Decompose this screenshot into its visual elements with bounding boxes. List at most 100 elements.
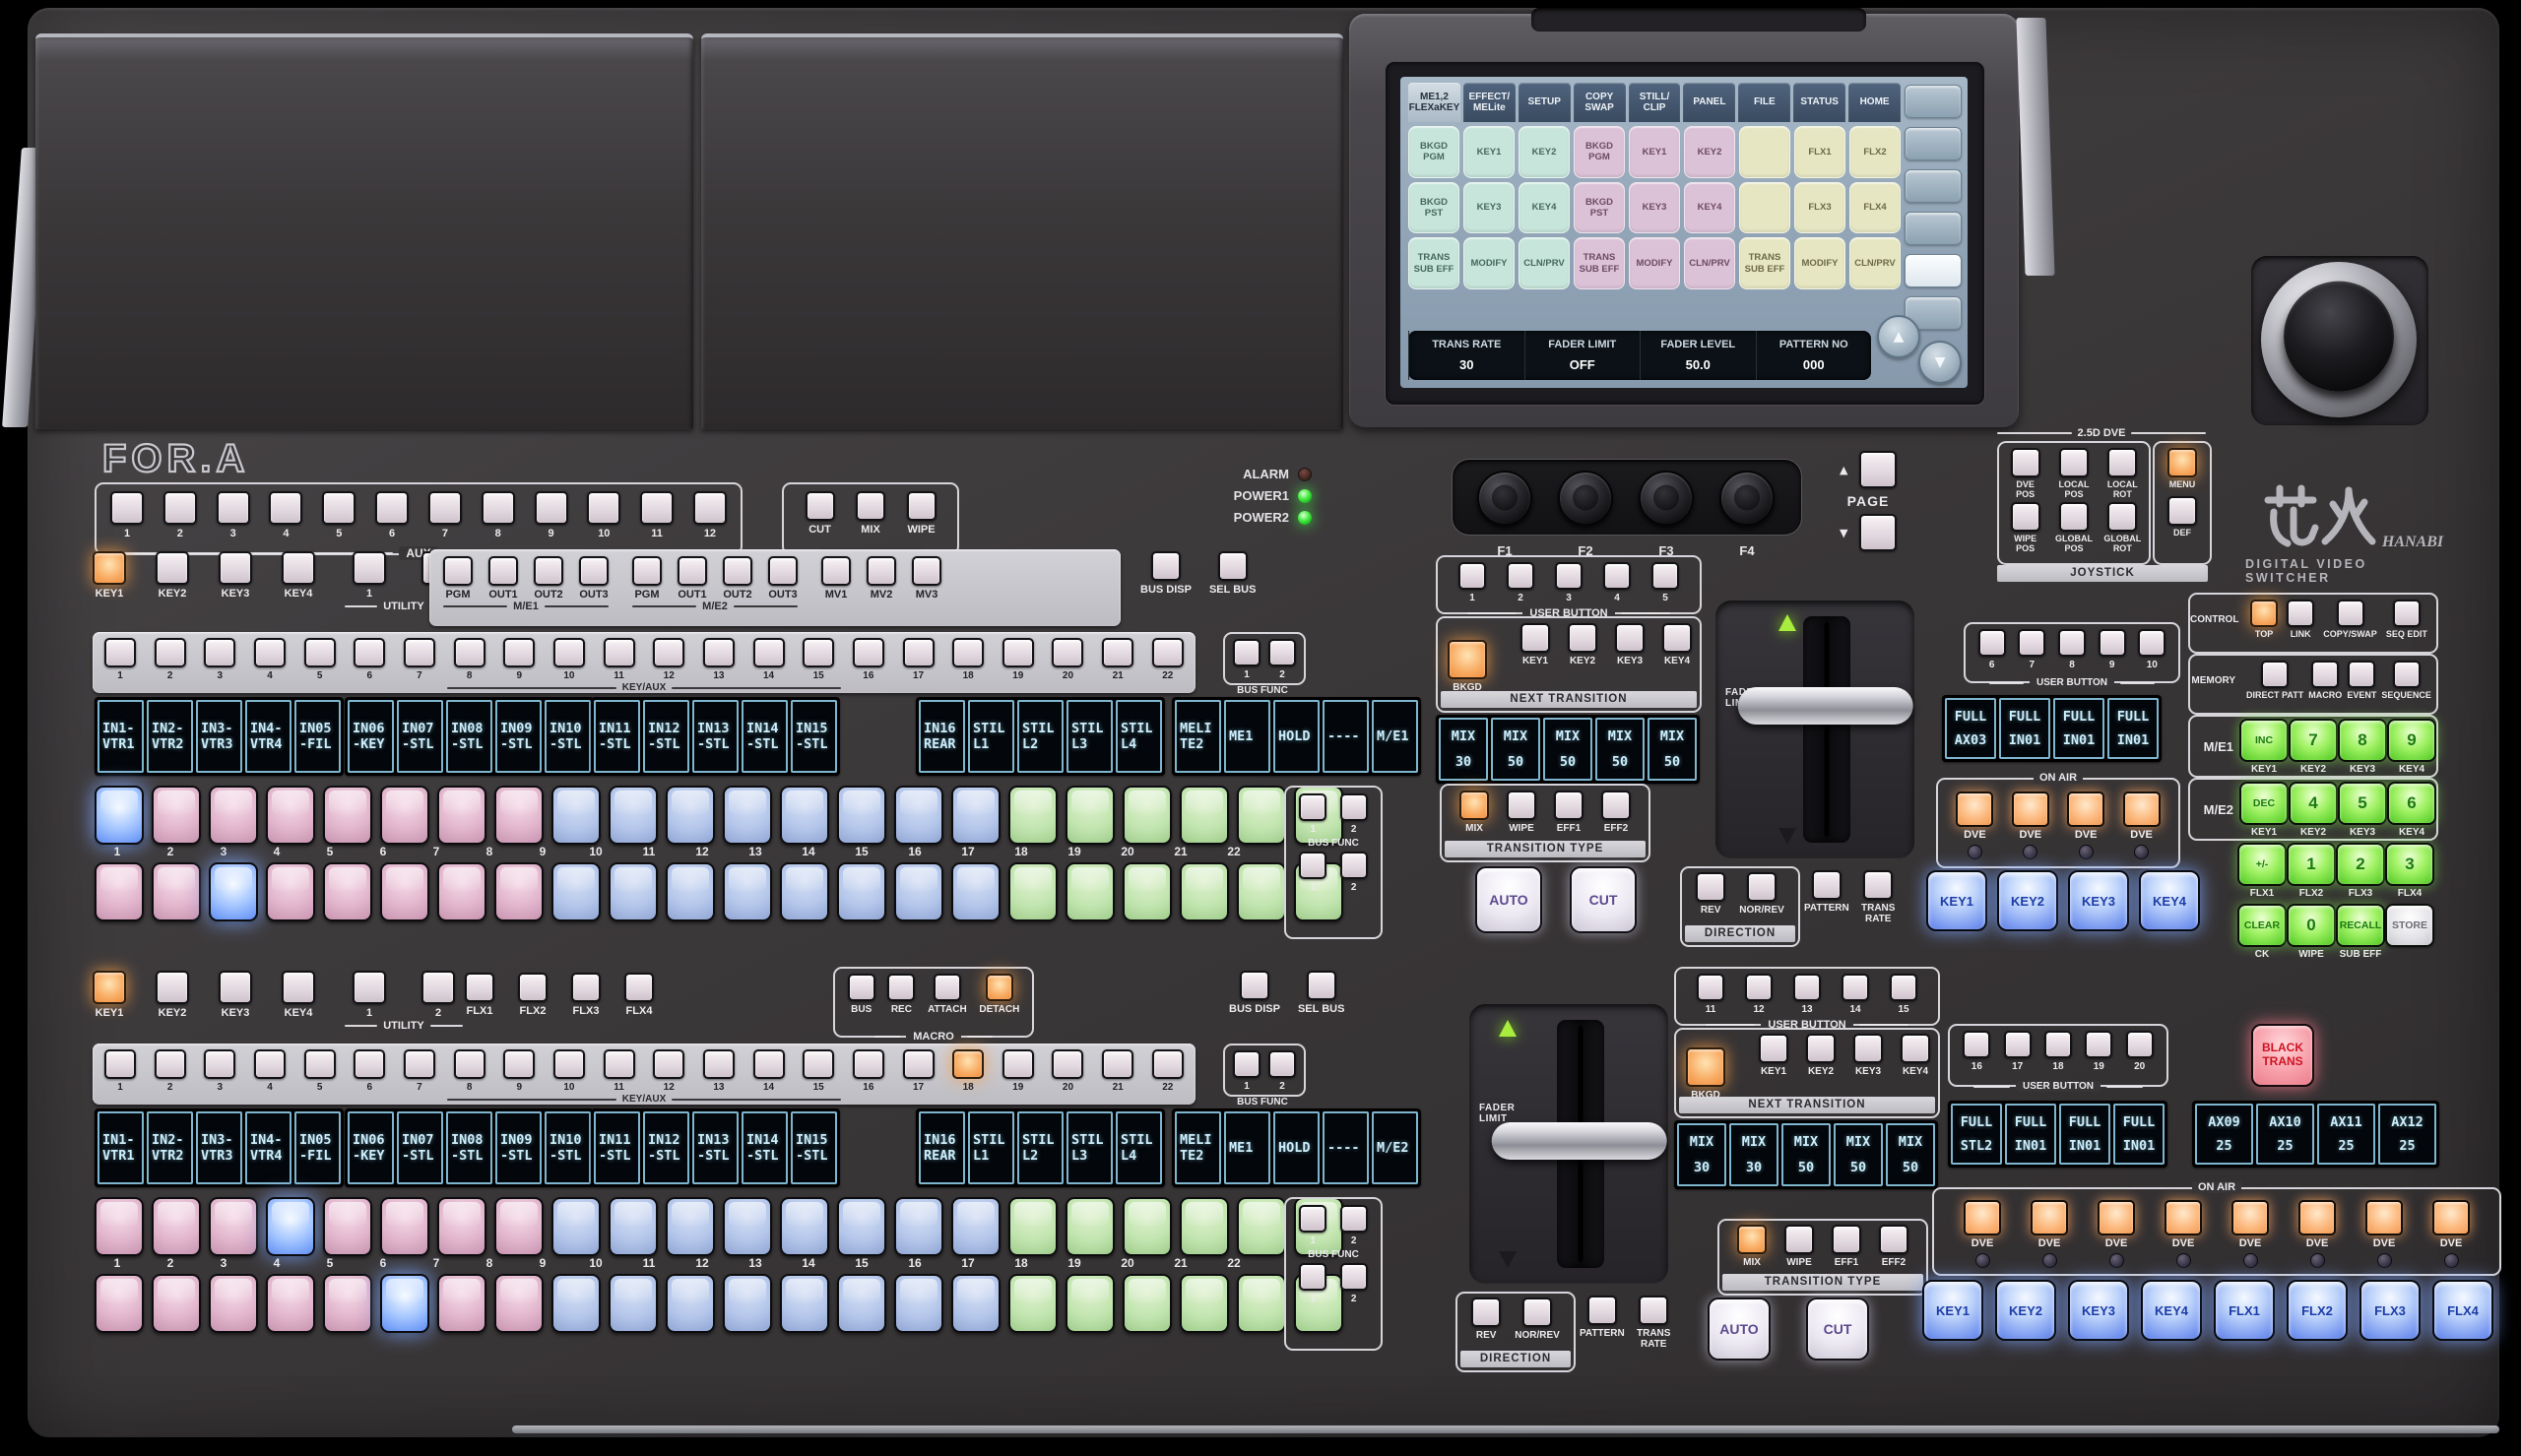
button-face[interactable] — [2085, 1031, 2112, 1058]
macro-button[interactable]: DETACH — [979, 974, 1019, 1015]
keyer-button[interactable]: FLX4 — [2432, 1280, 2493, 1341]
touchscreen[interactable]: ME1,2 FLEXaKEYEFFECT/ MELiteSETUPCOPY SW… — [1400, 77, 1968, 388]
crosspoint-button[interactable] — [894, 786, 943, 845]
keyaux-select-button[interactable]: 8 — [454, 638, 485, 681]
crosspoint-button[interactable] — [209, 862, 258, 921]
button-face[interactable] — [1151, 551, 1181, 581]
memory-button[interactable]: EVENT — [2347, 661, 2376, 701]
bus-func-button[interactable]: 1 — [1299, 852, 1326, 893]
button-face[interactable] — [1615, 623, 1645, 653]
lcd-soft-button[interactable]: KEY4 — [1684, 182, 1735, 234]
keyaux-select-button[interactable]: 14 — [753, 1049, 785, 1093]
keyaux-select-button[interactable]: 11 — [604, 638, 635, 681]
crosspoint-button[interactable] — [551, 862, 601, 921]
lcd-soft-button[interactable] — [1739, 126, 1790, 178]
crosspoint-button[interactable] — [1066, 786, 1115, 845]
button-face[interactable] — [1784, 1225, 1814, 1254]
button-face[interactable] — [821, 556, 851, 586]
key-face[interactable]: DEC — [2239, 782, 2289, 825]
lcd-menu-tab[interactable]: PANEL — [1683, 83, 1735, 122]
button-face[interactable] — [2107, 448, 2137, 477]
on-air-dve-button[interactable]: DVE — [2432, 1200, 2470, 1268]
button-face[interactable] — [653, 1049, 684, 1079]
lcd-soft-button[interactable]: BKGD PST — [1408, 182, 1459, 234]
keyaux-select-button[interactable]: 1 — [104, 638, 136, 681]
on-air-dve-button[interactable]: DVE — [2298, 1200, 2336, 1268]
dve-menu-button[interactable]: MENU — [2155, 448, 2210, 490]
button-face[interactable] — [1459, 791, 1489, 820]
on-air-dve-button[interactable]: DVE — [2231, 1200, 2269, 1268]
button-face[interactable] — [1240, 971, 1269, 1000]
button-face[interactable] — [1697, 974, 1724, 1001]
keyer-button[interactable]: FLX3 — [2359, 1280, 2421, 1341]
on-air-dve-button[interactable]: DVE — [2012, 791, 2049, 859]
direction-button[interactable]: REV — [1696, 872, 1725, 916]
crosspoint-button[interactable] — [380, 1197, 429, 1256]
keypad-key[interactable]: RECALL SUB EFF — [2336, 904, 2385, 961]
crosspoint-button[interactable] — [951, 1197, 1001, 1256]
button-face[interactable] — [903, 638, 935, 667]
crosspoint-button[interactable] — [323, 786, 372, 845]
keyaux-select-button[interactable]: 8 — [454, 1049, 485, 1093]
transition-type-button[interactable]: MIX — [1737, 1225, 1767, 1268]
button-face[interactable] — [156, 971, 189, 1004]
button-face[interactable] — [1842, 974, 1869, 1001]
transition-type-button[interactable]: WIPE — [1507, 791, 1536, 834]
button-face[interactable] — [1978, 629, 2006, 657]
crosspoint-button[interactable] — [666, 862, 715, 921]
rotary-knob[interactable] — [1639, 471, 1694, 526]
crosspoint-button[interactable] — [1123, 862, 1172, 921]
next-transition-key-button[interactable]: KEY3 — [1615, 623, 1645, 666]
button-face[interactable] — [1507, 562, 1534, 590]
crosspoint-button[interactable] — [1066, 1197, 1115, 1256]
crosspoint-button[interactable] — [266, 1197, 315, 1256]
lcd-up-button[interactable]: ▲ — [1877, 315, 1920, 358]
key-select-button[interactable]: KEY4 — [282, 971, 315, 1019]
lcd-soft-button[interactable]: BKGD PGM — [1574, 126, 1625, 178]
page-up-button[interactable] — [1859, 451, 1897, 488]
button-face[interactable] — [1299, 852, 1326, 879]
button-face[interactable] — [1299, 793, 1326, 821]
button-face[interactable] — [2126, 1031, 2154, 1058]
keyaux-select-button[interactable]: 17 — [903, 1049, 935, 1093]
aux-select-button[interactable]: 6 — [375, 491, 409, 539]
memory-button[interactable]: MACRO — [2308, 661, 2342, 701]
button-face[interactable] — [1696, 872, 1725, 902]
crosspoint-button[interactable] — [380, 786, 429, 845]
button-face[interactable] — [553, 638, 585, 667]
button-face[interactable] — [1340, 793, 1368, 821]
trans-rate-button[interactable]: TRANS RATE — [1637, 1296, 1670, 1350]
lcd-soft-button[interactable]: KEY2 — [1519, 126, 1570, 178]
button-face[interactable] — [1268, 639, 1296, 666]
crosspoint-button[interactable] — [780, 862, 829, 921]
keyer-button[interactable]: FLX2 — [2287, 1280, 2348, 1341]
button-face[interactable] — [803, 1049, 834, 1079]
button-face[interactable] — [110, 491, 144, 525]
crosspoint-button[interactable] — [666, 786, 715, 845]
user-button[interactable]: 3 — [1555, 562, 1583, 603]
crosspoint-button[interactable] — [837, 786, 886, 845]
flx-select-button[interactable]: FLX1 — [465, 973, 494, 1017]
bkgd-button[interactable]: BKGD — [1448, 640, 1487, 693]
lcd-soft-button[interactable]: KEY3 — [1463, 182, 1515, 234]
button-face[interactable] — [217, 491, 250, 525]
crosspoint-button[interactable] — [666, 1274, 715, 1333]
crosspoint-button[interactable] — [209, 1197, 258, 1256]
lcd-soft-button[interactable] — [1739, 182, 1790, 234]
crosspoint-button[interactable] — [1237, 786, 1286, 845]
keyaux-select-button[interactable]: 13 — [703, 638, 735, 681]
button-face[interactable] — [1340, 852, 1368, 879]
lcd-soft-button[interactable]: MODIFY — [1463, 237, 1515, 289]
button-face[interactable] — [1554, 791, 1584, 820]
memory-button[interactable]: SEQUENCE — [2381, 661, 2431, 701]
crosspoint-button[interactable] — [1123, 786, 1172, 845]
button-face[interactable] — [1307, 971, 1336, 1000]
cut-button[interactable]: CUT — [1806, 1298, 1869, 1361]
keyaux-select-button[interactable]: 7 — [404, 638, 435, 681]
crosspoint-button[interactable] — [780, 786, 829, 845]
button-face[interactable] — [1299, 1205, 1326, 1233]
bus-func-button[interactable]: 1 — [1299, 793, 1326, 835]
button-face[interactable] — [1002, 638, 1034, 667]
key-face[interactable]: CLEAR — [2237, 904, 2287, 947]
button-face[interactable] — [1601, 791, 1631, 820]
